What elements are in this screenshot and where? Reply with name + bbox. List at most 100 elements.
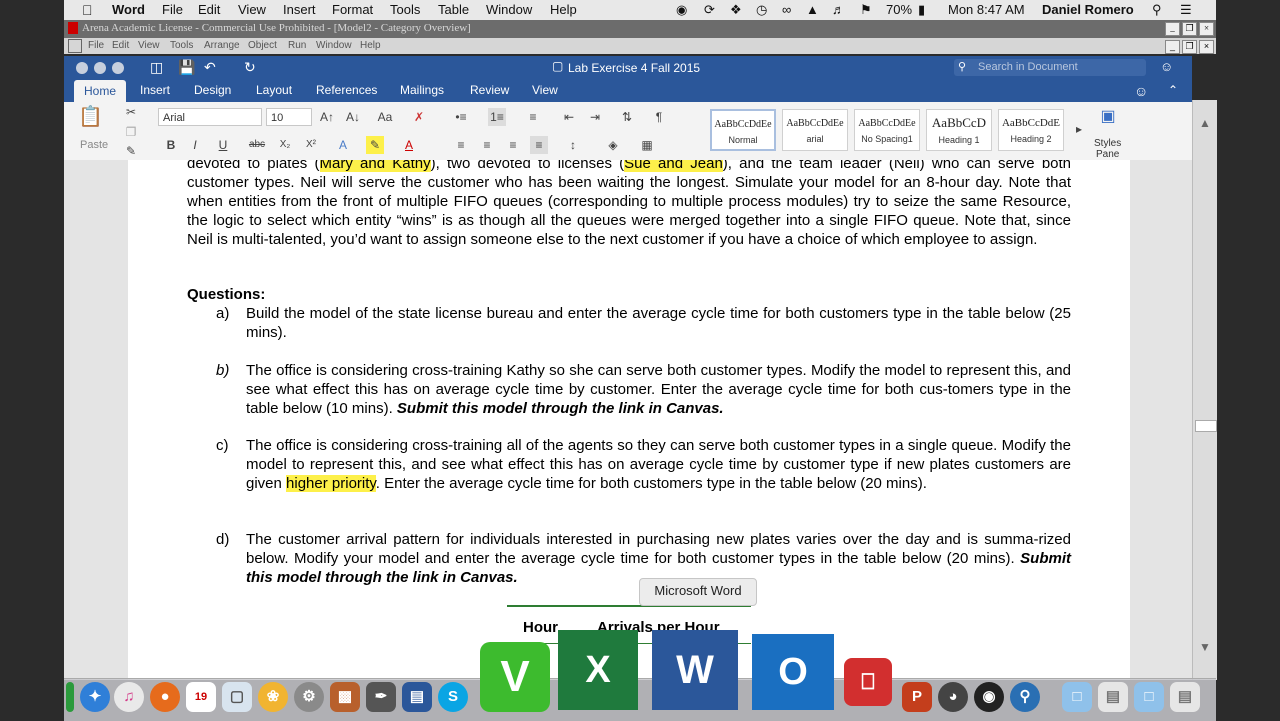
decrease-indent-icon[interactable]: ⇤ xyxy=(560,108,578,126)
time-machine-icon[interactable]: ◷ xyxy=(756,2,767,18)
tab-home[interactable]: Home xyxy=(74,80,126,102)
firefox-icon[interactable]: ● xyxy=(150,682,180,712)
preview-icon[interactable]: ▢ xyxy=(222,682,252,712)
spotlight-icon[interactable]: ⚲ xyxy=(1152,2,1162,18)
arena-menu-view[interactable]: View xyxy=(138,40,160,51)
menu-help[interactable]: Help xyxy=(550,2,577,17)
borders-icon[interactable]: ▦ xyxy=(638,136,656,154)
flag-icon[interactable]: ⚑ xyxy=(860,2,872,18)
outlook-icon[interactable]: O xyxy=(752,634,834,710)
align-right-icon[interactable]: ≡ xyxy=(504,136,522,154)
grow-font-icon[interactable]: A↑ xyxy=(318,108,336,126)
arena-menu-object[interactable]: Object xyxy=(248,40,277,51)
styles-pane-icon[interactable]: ▣ xyxy=(1096,108,1120,132)
user-name[interactable]: Daniel Romero xyxy=(1042,2,1134,17)
arena-menu-arrange[interactable]: Arrange xyxy=(204,40,240,51)
scroll-up-icon[interactable]: ▲ xyxy=(1199,116,1211,130)
underline-icon[interactable]: U xyxy=(214,136,232,154)
line-spacing-icon[interactable]: ↕ xyxy=(564,136,582,154)
calendar-icon[interactable]: 19 xyxy=(186,682,216,712)
format-painter-icon[interactable]: ✎ xyxy=(122,142,140,160)
skype-icon[interactable]: S xyxy=(438,682,468,712)
tab-insert[interactable]: Insert xyxy=(140,83,170,97)
style-normal[interactable]: AaBbCcDdEe Normal xyxy=(710,109,776,151)
style-heading-1[interactable]: AaBbCcD Heading 1 xyxy=(926,109,992,151)
scroll-down-icon[interactable]: ▼ xyxy=(1199,640,1211,654)
cut-icon[interactable]: ✂ xyxy=(122,103,140,121)
vensim-icon[interactable]: V xyxy=(480,642,550,712)
align-center-icon[interactable]: ≡ xyxy=(478,136,496,154)
finder-icon[interactable] xyxy=(66,682,74,712)
other-icon[interactable]: ◕ xyxy=(938,682,968,712)
record-icon[interactable]: ◉ xyxy=(676,2,687,18)
sidebar-toggle-icon[interactable]: ◫ xyxy=(150,59,163,76)
document-icon[interactable]: ▤ xyxy=(1170,682,1200,712)
arena-menu-edit[interactable]: Edit xyxy=(112,40,129,51)
tab-review[interactable]: Review xyxy=(470,83,509,97)
close-window-icon[interactable] xyxy=(76,62,88,74)
smiley-feedback-icon[interactable]: ☺ xyxy=(1134,83,1148,99)
remote-desktop-icon[interactable]: ⎕ xyxy=(844,658,892,706)
font-name-input[interactable]: Arial xyxy=(158,108,262,126)
style-arial[interactable]: AaBbCcDdEe arial xyxy=(782,109,848,151)
shrink-font-icon[interactable]: A↓ xyxy=(344,108,362,126)
paste-button-label[interactable]: Paste xyxy=(80,139,108,151)
bluetooth-icon[interactable]: ∞ xyxy=(782,2,791,17)
paste-icon[interactable]: 📋 xyxy=(78,107,103,132)
wifi-icon[interactable]: ▲ xyxy=(806,2,819,17)
tab-mailings[interactable]: Mailings xyxy=(400,83,444,97)
italic-icon[interactable]: I xyxy=(186,136,204,154)
arena-menu-run[interactable]: Run xyxy=(288,40,306,51)
superscript-icon[interactable]: X² xyxy=(302,136,320,154)
show-formatting-icon[interactable]: ¶ xyxy=(650,108,668,126)
arena-menu-window[interactable]: Window xyxy=(316,40,352,51)
bold-icon[interactable]: B xyxy=(162,136,180,154)
pixelmator-icon[interactable]: ✒ xyxy=(366,682,396,712)
collapse-ribbon-icon[interactable]: ⌃ xyxy=(1168,83,1178,97)
battery-icon[interactable]: ▮ xyxy=(918,2,925,18)
subscript-icon[interactable]: X₂ xyxy=(276,136,294,154)
question-a[interactable]: Build the model of the state license bur… xyxy=(246,304,1071,342)
excel-icon[interactable]: X xyxy=(558,630,638,710)
menu-edit[interactable]: Edit xyxy=(198,2,220,17)
questions-heading[interactable]: Questions: xyxy=(187,285,265,304)
tab-view[interactable]: View xyxy=(532,83,558,97)
restore-icon[interactable]: ❐ xyxy=(1182,40,1197,54)
photos-icon[interactable]: ❀ xyxy=(258,682,288,712)
undo-icon[interactable]: ↶ xyxy=(204,59,216,76)
redo-icon[interactable]: ↻ xyxy=(244,59,256,76)
menu-window[interactable]: Window xyxy=(486,2,532,17)
zoom-window-icon[interactable] xyxy=(112,62,124,74)
numbering-icon[interactable]: 1≡ xyxy=(488,108,506,126)
intro-paragraph[interactable]: devoted to plates (Mary and Kathy), two … xyxy=(187,160,1071,249)
sync-icon[interactable]: ⟳ xyxy=(704,2,715,18)
other-icon[interactable]: ◉ xyxy=(974,682,1004,712)
search-box[interactable]: ⚲ Search in Document xyxy=(954,59,1146,76)
apple-icon[interactable]:  xyxy=(82,2,93,18)
font-color-icon[interactable]: A xyxy=(400,136,418,154)
system-preferences-icon[interactable]: ⚙ xyxy=(294,682,324,712)
tab-design[interactable]: Design xyxy=(194,83,231,97)
strikethrough-icon[interactable]: abc xyxy=(248,136,266,154)
other-icon[interactable]: ⚲ xyxy=(1010,682,1040,712)
shading-icon[interactable]: ◈ xyxy=(604,136,622,154)
minimize-icon[interactable]: _ xyxy=(1165,22,1180,36)
document-page[interactable]: devoted to plates (Mary and Kathy), two … xyxy=(128,160,1130,680)
clear-formatting-icon[interactable]: ✗ xyxy=(410,108,428,126)
styles-pane-label-1[interactable]: Styles xyxy=(1094,138,1121,149)
vertical-scrollbar[interactable]: ▲ ▼ xyxy=(1192,100,1217,680)
word-icon[interactable]: ▤ xyxy=(402,682,432,712)
dropbox-icon[interactable]: ❖ xyxy=(730,2,742,18)
share-icon[interactable]: ☺ xyxy=(1160,59,1173,74)
powerpoint-icon[interactable]: P xyxy=(902,682,932,712)
save-icon[interactable]: 💾 xyxy=(178,59,195,76)
multilevel-list-icon[interactable]: ≡ xyxy=(524,108,542,126)
restore-icon[interactable]: ❐ xyxy=(1182,22,1197,36)
word-icon[interactable]: W xyxy=(652,630,738,710)
justify-icon[interactable]: ≡ xyxy=(530,136,548,154)
close-icon[interactable]: × xyxy=(1199,22,1214,36)
close-icon[interactable]: × xyxy=(1199,40,1214,54)
arena-menu-file[interactable]: File xyxy=(88,40,104,51)
menu-table[interactable]: Table xyxy=(438,2,469,17)
text-effects-icon[interactable]: A xyxy=(334,136,352,154)
